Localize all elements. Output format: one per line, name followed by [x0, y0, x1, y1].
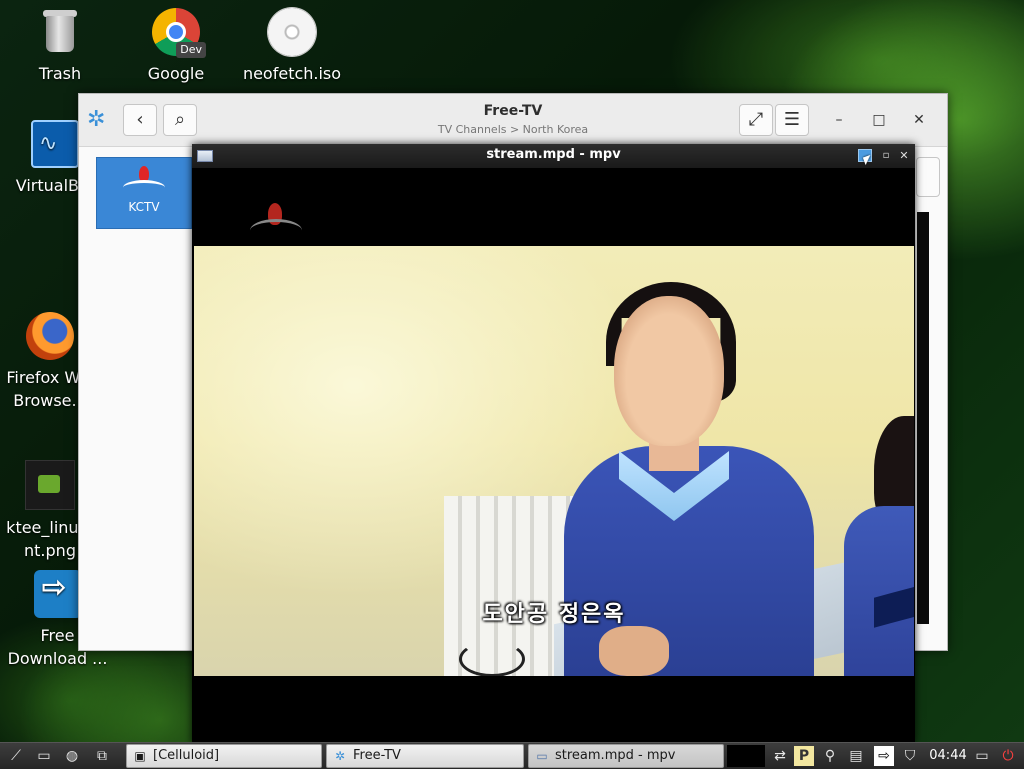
desktop-icon-label: Google Chrome (u... [126, 64, 225, 88]
desktop-icon-label: neofetch.iso [242, 64, 342, 83]
download-icon[interactable]: ⇨ [874, 746, 894, 766]
start-menu-icon[interactable]: ⟋ [6, 746, 26, 766]
disc-image-icon [268, 8, 316, 56]
power-icon[interactable]: ⏻ [998, 746, 1018, 766]
kctv-logo-icon [121, 166, 167, 196]
network-globe-icon[interactable]: ◍ [62, 746, 82, 766]
search-icon: ⌕ [174, 109, 186, 130]
clock[interactable]: 04:44 [927, 743, 969, 769]
trash-icon [36, 8, 84, 56]
search-button[interactable]: ⌕ [163, 104, 197, 136]
celluloid-icon: ▣ [134, 749, 146, 763]
free-download-manager-icon: ⇨ [33, 570, 82, 618]
maximize-button[interactable]: □ [867, 108, 891, 132]
desktop-icon-neofetch[interactable]: neofetch.iso [237, 8, 347, 85]
parcellite-icon[interactable]: P [794, 746, 814, 766]
kctv-watermark-icon [246, 199, 306, 247]
menu-button[interactable]: ☰ [775, 104, 809, 136]
breadcrumb: TV Channels > North Korea [437, 123, 589, 136]
task-mpv[interactable]: ▭ stream.mpd - mpv [528, 744, 724, 768]
channel-name: KCTV [128, 200, 160, 214]
back-button[interactable]: ‹ [123, 104, 157, 136]
desktop-icon-label: Trash [38, 64, 82, 83]
mpv-titlebar[interactable]: stream.mpd - mpv ▫ ✕ [192, 144, 915, 169]
mpv-maximize-button[interactable]: ▫ [880, 148, 892, 164]
task-celluloid[interactable]: ▣ [Celluloid] [126, 744, 322, 768]
window-title: Free-TV [483, 103, 543, 119]
video-frame[interactable]: 도안공 정은옥 [194, 246, 914, 676]
window-switcher-icon[interactable]: ⧉ [92, 746, 112, 766]
mpv-window-title: stream.mpd - mpv [486, 147, 621, 162]
cpu-monitor [727, 745, 765, 767]
freetv-icon: ✲ [334, 749, 346, 763]
freetv-side-button[interactable] [916, 157, 940, 197]
desktop-icon-chrome[interactable]: Dev Google Chrome (u... [121, 8, 231, 88]
virtualbox-icon: ∿ [31, 120, 79, 168]
monitor-icon[interactable]: ▭ [972, 746, 992, 766]
expand-icon: ⤢ [748, 109, 764, 130]
task-freetv[interactable]: ✲ Free-TV [326, 744, 524, 768]
freetv-app-icon: ✲ [87, 107, 106, 132]
close-button[interactable]: ✕ [907, 108, 931, 132]
hamburger-icon: ☰ [783, 109, 801, 130]
scrollbar[interactable] [917, 212, 929, 624]
firefox-icon [26, 312, 74, 360]
network-icon[interactable]: ⚲ [820, 746, 840, 766]
video-caption: 도안공 정은옥 [482, 602, 626, 627]
taskbar: ⟋ ▭ ◍ ⧉ ▣ [Celluloid] ✲ Free-TV ▭ stream… [0, 742, 1024, 769]
channel-card-kctv[interactable]: KCTV [96, 157, 192, 229]
show-desktop-icon[interactable]: ▭ [34, 746, 54, 766]
image-file-icon [25, 460, 75, 510]
fullscreen-button[interactable]: ⤢ [739, 104, 773, 136]
shield-icon[interactable]: ⛉ [900, 746, 920, 766]
freetv-headerbar: ✲ ‹ ⌕ Free-TV TV Channels > North Korea … [79, 94, 947, 147]
clipboard-icon[interactable]: ▤ [846, 746, 866, 766]
mpv-icon: ▭ [536, 749, 548, 763]
mpv-window: stream.mpd - mpv ▫ ✕ 도안공 정은옥 [192, 144, 915, 744]
chrome-dev-icon: Dev [152, 8, 206, 58]
minimize-button[interactable]: – [827, 108, 851, 132]
mpv-close-button[interactable]: ✕ [898, 148, 910, 164]
arrows-icon[interactable]: ⇄ [770, 746, 790, 766]
desktop-icon-trash[interactable]: Trash [5, 8, 115, 85]
